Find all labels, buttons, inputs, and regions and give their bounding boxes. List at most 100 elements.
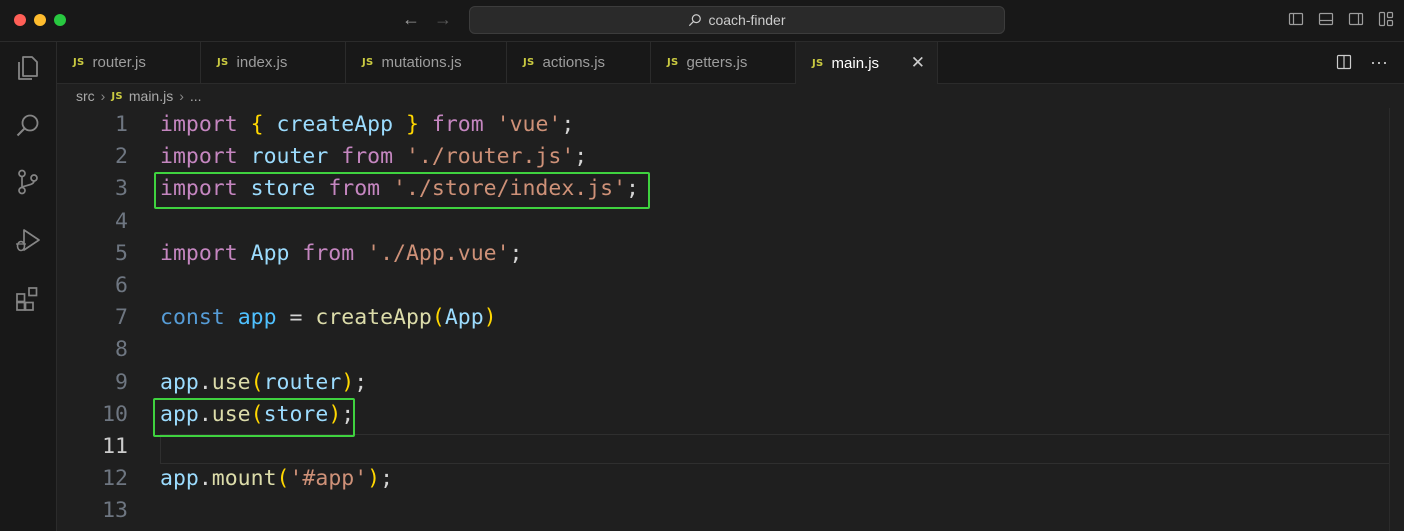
line-number: 2: [115, 144, 128, 170]
more-actions-icon[interactable]: ···: [1370, 53, 1388, 71]
code-line[interactable]: 11: [57, 431, 1390, 463]
search-icon: [689, 14, 702, 27]
code-token: './store/index.js': [393, 176, 627, 202]
code-token: from: [341, 144, 394, 170]
source-control-icon[interactable]: [14, 168, 42, 196]
tab-getters-js[interactable]: JS getters.js: [651, 42, 796, 83]
code-line[interactable]: 13: [57, 495, 1390, 527]
tab-index-js[interactable]: JS index.js: [201, 42, 346, 83]
breadcrumb: src › JS main.js › ...: [57, 84, 1404, 108]
explorer-icon[interactable]: [14, 54, 42, 82]
code-token: app: [160, 401, 199, 427]
code-token: app: [160, 369, 199, 395]
code-line[interactable]: 5 import App from './App.vue';: [57, 238, 1390, 270]
maximize-window-button[interactable]: [54, 14, 66, 26]
code-token: {: [250, 112, 264, 137]
js-file-icon: JS: [523, 57, 535, 68]
code-token: createApp: [276, 112, 394, 137]
code-text: app.use(store);: [160, 399, 354, 431]
code-token: ;: [341, 401, 355, 427]
toggle-primary-sidebar-icon[interactable]: [1288, 11, 1304, 27]
minimize-window-button[interactable]: [34, 14, 46, 26]
tab-label: getters.js: [686, 54, 748, 71]
code-token: ;: [354, 369, 368, 395]
toggle-panel-icon[interactable]: [1318, 11, 1334, 27]
code-editor[interactable]: 1 import { createApp } from 'vue'; 2 import…: [57, 108, 1404, 531]
line-number: 7: [115, 305, 128, 331]
code-token: ;: [561, 112, 575, 137]
code-token: ): [483, 305, 497, 331]
code-token: from: [302, 240, 355, 266]
code-token: router: [263, 369, 342, 395]
close-window-button[interactable]: [14, 14, 26, 26]
code-token: app: [237, 305, 277, 331]
breadcrumb-folder[interactable]: src: [76, 88, 95, 104]
js-file-icon: JS: [73, 57, 85, 68]
js-file-icon: JS: [667, 57, 679, 68]
extensions-icon[interactable]: [14, 285, 42, 313]
code-line[interactable]: 1 import { createApp } from 'vue';: [57, 109, 1390, 141]
tab-main-js[interactable]: JS main.js ✕: [796, 42, 938, 84]
code-line[interactable]: 8: [57, 334, 1390, 366]
code-token: use: [211, 369, 251, 395]
code-line[interactable]: 9 app.use(router);: [57, 367, 1390, 399]
forward-arrow-icon[interactable]: →: [434, 9, 452, 30]
line-number: 13: [102, 498, 128, 524]
code-line[interactable]: 2 import router from './router.js';: [57, 141, 1390, 173]
search-icon[interactable]: [14, 112, 42, 140]
code-line[interactable]: 3 import store from './store/index.js';: [57, 173, 1390, 205]
code-token: App: [250, 240, 290, 266]
code-token: './router.js': [405, 144, 575, 170]
tab-mutations-js[interactable]: JS mutations.js: [346, 42, 507, 83]
code-token: .: [198, 401, 212, 427]
vertical-scrollbar[interactable]: [1389, 108, 1404, 531]
code-token: (: [250, 369, 264, 395]
tab-router-js[interactable]: JS router.js: [57, 42, 201, 83]
command-center-label: coach-finder: [708, 12, 786, 28]
code-token: app: [160, 466, 199, 492]
activity-bar: [0, 42, 57, 531]
tab-label: main.js: [831, 54, 880, 72]
code-token: import: [160, 240, 238, 266]
code-line[interactable]: 7 const app = createApp(App): [57, 302, 1390, 334]
js-file-icon: JS: [217, 57, 229, 68]
split-editor-icon[interactable]: [1336, 54, 1352, 70]
code-line[interactable]: 4: [57, 206, 1390, 238]
close-icon[interactable]: ✕: [911, 53, 925, 73]
code-token: import: [160, 144, 238, 170]
js-file-icon: JS: [812, 57, 824, 69]
run-debug-icon[interactable]: [14, 226, 42, 254]
code-token: ): [341, 369, 355, 395]
editor-tab-bar: JS router.js JS index.js JS mutations.js…: [57, 42, 1404, 84]
line-number: 12: [102, 466, 128, 492]
code-token: './App.vue': [367, 240, 510, 266]
command-center-search[interactable]: coach-finder: [469, 6, 1005, 34]
code-token: ;: [380, 466, 394, 492]
code-token: ;: [509, 240, 523, 266]
code-token: import: [160, 112, 238, 137]
code-line[interactable]: 10 app.use(store);: [57, 399, 1390, 431]
line-number: 11: [102, 434, 128, 459]
tab-label: mutations.js: [381, 54, 462, 71]
code-line[interactable]: 6: [57, 270, 1390, 302]
tab-label: router.js: [92, 54, 146, 71]
title-bar: ← → coach-finder: [0, 0, 1404, 42]
breadcrumb-file[interactable]: main.js: [129, 88, 173, 104]
code-line[interactable]: 12 app.mount('#app');: [57, 463, 1390, 495]
code-token: router: [250, 144, 329, 170]
back-arrow-icon[interactable]: ←: [402, 9, 420, 30]
tab-actions-js[interactable]: JS actions.js: [507, 42, 651, 83]
customize-layout-icon[interactable]: [1378, 11, 1394, 27]
toggle-secondary-sidebar-icon[interactable]: [1348, 11, 1364, 27]
line-number: 8: [115, 337, 128, 363]
breadcrumb-symbol[interactable]: ...: [190, 88, 202, 104]
